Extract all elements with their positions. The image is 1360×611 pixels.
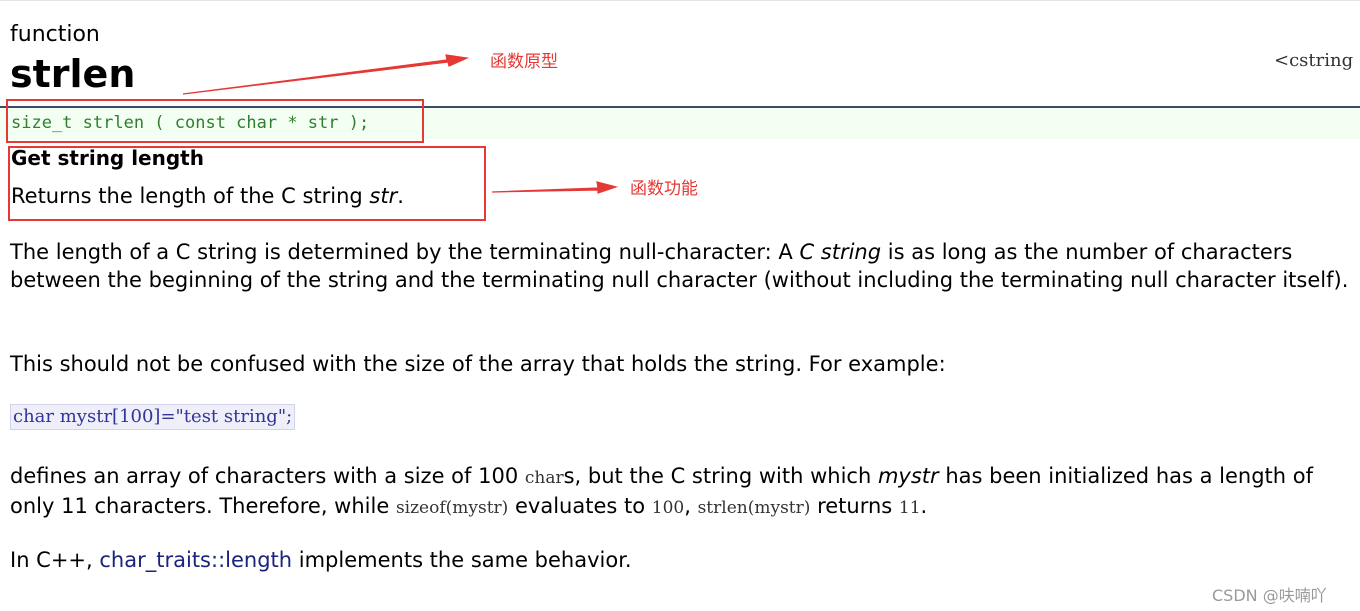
paragraph-confusion: This should not be confused with the siz… <box>10 352 946 376</box>
char-traits-length-link[interactable]: char_traits::length <box>99 548 292 572</box>
prototype-arrow-icon <box>182 54 470 95</box>
prototype-highlight-box <box>6 99 424 143</box>
entry-kind: function <box>10 22 100 47</box>
paragraph-example-explanation: defines an array of characters with a si… <box>10 464 1314 518</box>
watermark: CSDN @呋喃吖 <box>1212 586 1327 605</box>
header-link[interactable]: <cstring <box>1274 50 1353 71</box>
top-divider <box>0 0 1360 1</box>
paragraph-definition: The length of a C string is determined b… <box>10 240 1349 292</box>
function-annotation-label: 函数功能 <box>630 179 698 199</box>
prototype-annotation-label: 函数原型 <box>490 52 558 72</box>
function-highlight-box <box>8 146 486 221</box>
page-title: strlen <box>10 52 136 96</box>
example-code: char mystr[100]="test string"; <box>10 404 296 430</box>
paragraph-cpp-note: In C++, char_traits::length implements t… <box>10 548 632 572</box>
function-arrow-icon <box>491 181 619 194</box>
